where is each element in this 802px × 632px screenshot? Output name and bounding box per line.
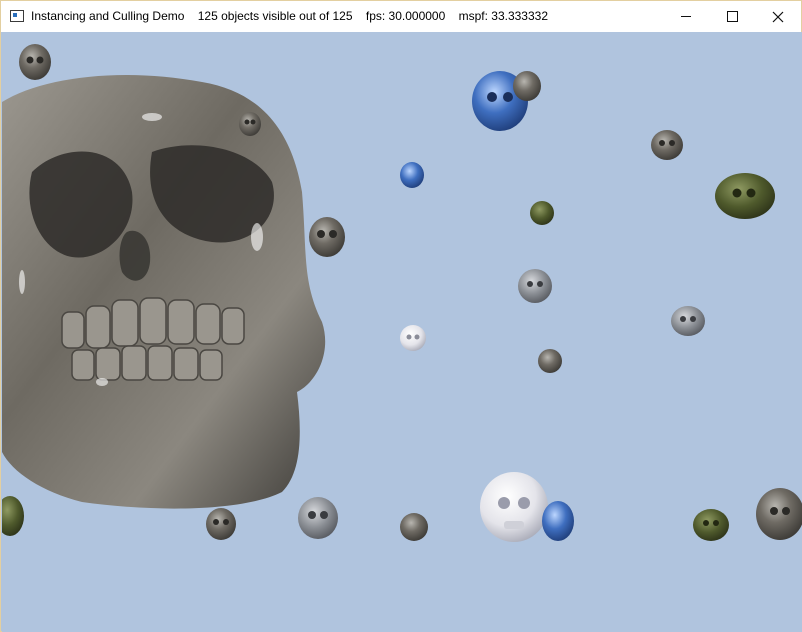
app-icon[interactable]	[10, 10, 24, 22]
maximize-icon	[726, 11, 738, 22]
minimize-button[interactable]	[663, 1, 709, 32]
minimize-icon	[681, 16, 691, 17]
title-bar[interactable]: Instancing and Culling Demo 125 objects …	[1, 1, 801, 32]
window-title: Instancing and Culling Demo 125 objects …	[31, 9, 548, 23]
scene-render	[2, 44, 802, 542]
close-button[interactable]	[755, 1, 801, 32]
render-viewport[interactable]	[2, 32, 802, 632]
large-skull	[2, 74, 326, 509]
app-window: Instancing and Culling Demo 125 objects …	[0, 0, 802, 632]
close-icon	[772, 11, 784, 22]
maximize-button[interactable]	[709, 1, 755, 32]
